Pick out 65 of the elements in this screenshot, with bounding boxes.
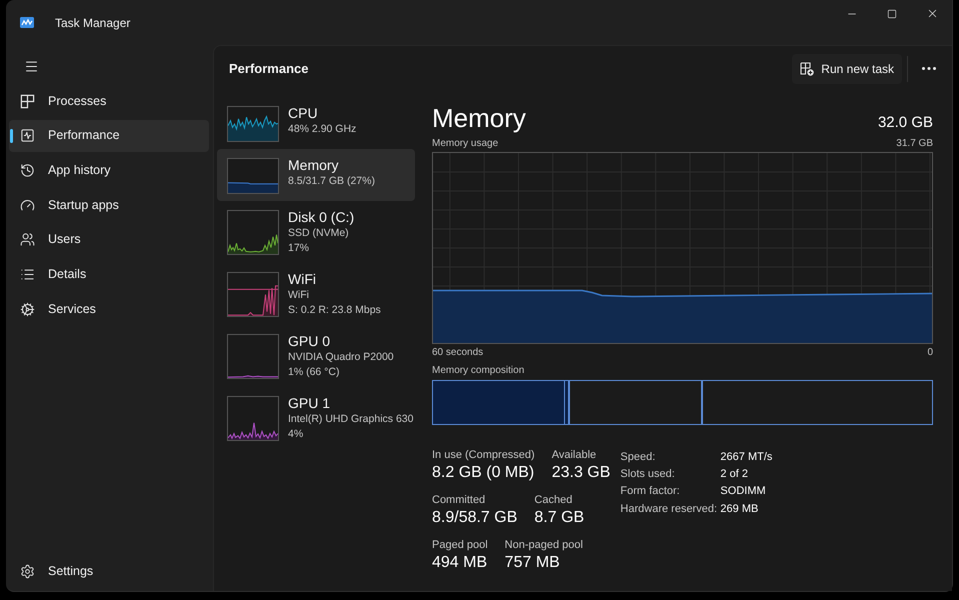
time-axis-end-label: 0 <box>927 346 933 359</box>
usage-graph-thumbnail <box>227 272 279 317</box>
stat-value: 23.3 GB <box>552 463 610 483</box>
sidebar-item[interactable]: Services <box>9 293 209 326</box>
usage-graph-thumbnail <box>227 158 279 194</box>
device-list-item[interactable]: GPU 1 Intel(R) UHD Graphics 630 4% <box>217 387 415 449</box>
gauge-icon <box>20 198 35 213</box>
sidebar-item[interactable]: Users <box>9 224 209 256</box>
maximize-icon <box>887 8 897 18</box>
selection-indicator <box>10 128 13 143</box>
stat-label: In use (Compressed) <box>432 448 535 462</box>
chart-icon <box>20 17 34 28</box>
sidebar-item[interactable]: App history <box>9 154 209 186</box>
sidebar-item[interactable]: Details <box>9 258 209 290</box>
sidebar-item[interactable]: Performance <box>9 120 209 152</box>
chart-label: Memory usage <box>432 137 498 150</box>
stat-label: Committed <box>432 493 486 507</box>
property-value: 269 MB <box>720 502 760 516</box>
usage-graph-thumbnail <box>227 106 279 142</box>
activity-icon <box>20 128 35 144</box>
cog-icon <box>20 302 35 317</box>
stat-value: 8.9/58.7 GB <box>432 508 518 528</box>
property-value: 2667 MT/s <box>720 450 772 464</box>
property-label: Speed: <box>620 450 656 464</box>
grid-plus-icon <box>800 62 814 76</box>
panel-title: Memory <box>432 102 526 134</box>
device-list-item[interactable]: Memory 8.5/31.7 GB (27%) <box>217 149 415 201</box>
stat-label: Non-paged pool <box>504 538 583 552</box>
time-axis-label: 60 seconds <box>432 346 484 359</box>
list-icon <box>20 266 35 282</box>
history-icon <box>20 162 35 178</box>
property-label: Form factor: <box>620 484 681 498</box>
property-label: Slots used: <box>620 466 676 481</box>
sidebar-item[interactable]: Startup apps <box>9 189 209 222</box>
device-list-item[interactable]: CPU 48% 2.90 GHz <box>217 97 415 149</box>
window-title: Task Manager <box>55 14 130 30</box>
usage-graph-thumbnail <box>227 334 279 379</box>
stat-label: Cached <box>534 493 574 507</box>
sidebar-item[interactable]: Processes <box>9 85 209 117</box>
memory-capacity: 32.0 GB <box>878 113 933 133</box>
stat-label: Available <box>552 448 598 462</box>
run-new-task-button[interactable]: Run new task <box>792 54 902 84</box>
section-label: Memory composition <box>432 364 526 377</box>
modified-segment <box>564 380 570 425</box>
usage-graph-thumbnail <box>227 210 279 255</box>
device-list-item[interactable]: Disk 0 (C:) SSD (NVMe) 17% <box>217 201 415 263</box>
menu-icon <box>24 58 38 74</box>
settings-icon <box>20 564 35 578</box>
panels-icon <box>20 94 35 108</box>
device-list-item[interactable]: WiFi WiFi S: 0.2 R: 23.8 Mbps <box>217 263 415 325</box>
property-label: Hardware reserved: <box>620 502 718 516</box>
chart-max-label: 31.7 GB <box>896 137 933 150</box>
more-icon <box>922 67 936 70</box>
property-value: SODIMM <box>720 484 767 498</box>
property-value: 2 of 2 <box>720 466 749 481</box>
stat-value: 757 MB <box>504 553 561 573</box>
settings-item[interactable]: Settings <box>9 555 209 587</box>
stat-label: Paged pool <box>432 538 488 552</box>
page-title: Performance <box>229 60 308 78</box>
stat-value: 8.7 GB <box>534 508 584 528</box>
stat-value: 8.2 GB (0 MB) <box>432 463 535 483</box>
users-icon <box>20 232 35 248</box>
usage-graph-thumbnail <box>227 396 279 441</box>
device-list-item[interactable]: GPU 0 NVIDIA Quadro P2000 1% (66 °C) <box>217 325 415 387</box>
stat-value: 494 MB <box>432 553 488 573</box>
